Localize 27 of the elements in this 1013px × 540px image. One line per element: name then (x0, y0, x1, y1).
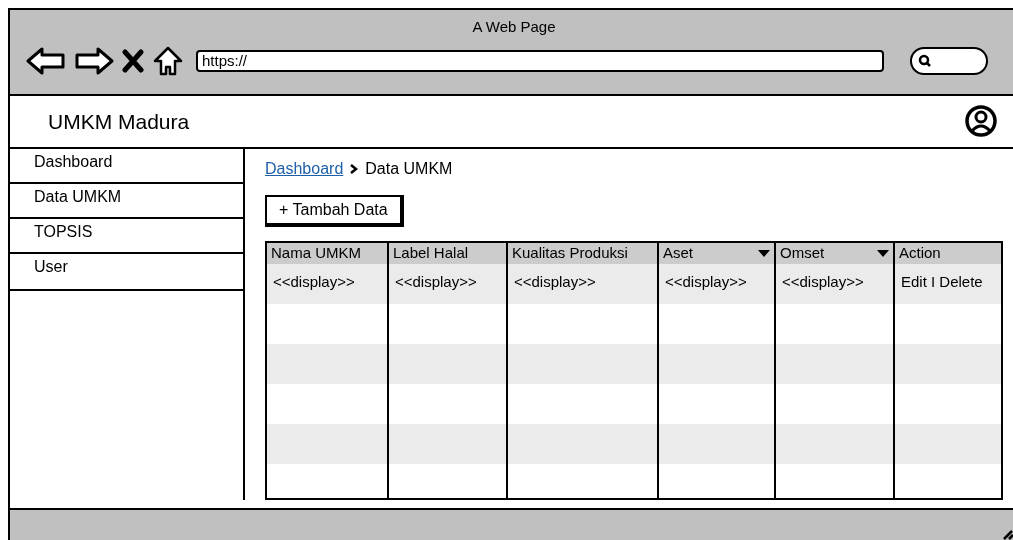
column-header: Label Halal (393, 243, 469, 264)
column-header: Nama UMKM (271, 243, 361, 264)
home-icon[interactable] (152, 44, 184, 77)
breadcrumb-link[interactable]: Dashboard (265, 157, 344, 182)
dropdown-icon[interactable] (758, 249, 770, 258)
column-header: Kualitas Produksi (512, 243, 628, 264)
window-title: A Web Page (472, 17, 556, 37)
forward-icon[interactable] (74, 45, 114, 76)
sidebar-item[interactable]: Dashboard (10, 149, 243, 185)
add-data-button[interactable]: + Tambah Data (265, 195, 404, 228)
breadcrumb-current: Data UMKM (365, 159, 453, 180)
user-icon[interactable] (964, 104, 998, 139)
column-header: Aset (663, 243, 693, 264)
sidebar-item[interactable]: User (10, 254, 243, 290)
back-icon[interactable] (26, 45, 66, 76)
dropdown-icon[interactable] (877, 249, 889, 258)
search-icon (918, 53, 932, 68)
column-header: Action (899, 243, 941, 264)
app-title: UMKM Madura (48, 108, 190, 135)
close-icon[interactable] (122, 48, 144, 73)
table-cell-text: <<display>> (272, 272, 356, 293)
column-header: Omset (780, 243, 825, 264)
url-field[interactable]: https:// (196, 49, 884, 72)
chevron-icon (349, 163, 360, 176)
search-field[interactable] (910, 46, 988, 75)
sidebar-item[interactable]: TOPSIS (10, 219, 243, 255)
sidebar-item[interactable]: Data UMKM (10, 184, 243, 220)
